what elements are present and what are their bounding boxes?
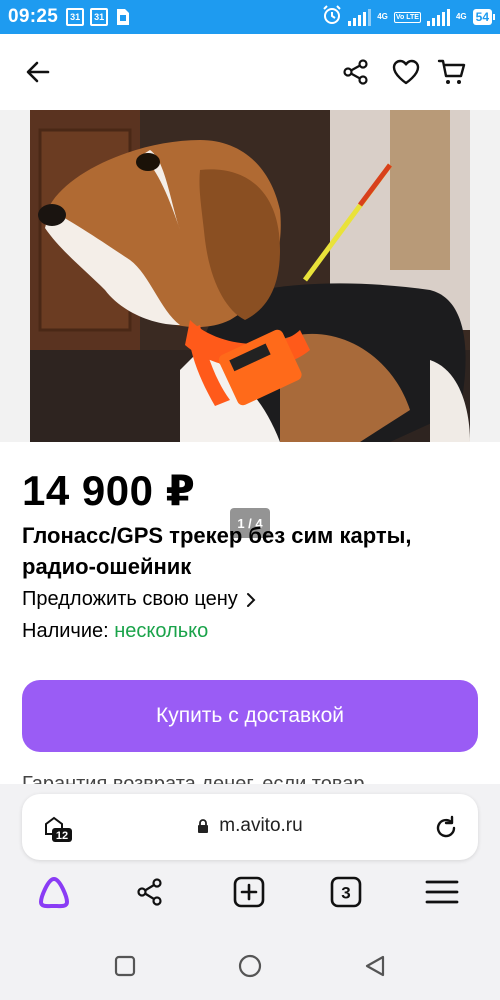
browser-toolbar: 3 [0, 870, 500, 926]
square-icon [114, 955, 136, 977]
network-type-label: 4G [377, 12, 388, 21]
calendar-day: 31 [70, 11, 81, 22]
reload-icon [436, 815, 456, 838]
share-page-button[interactable] [128, 870, 172, 914]
browser-chrome: 12 m.avito.ru 3 [0, 784, 500, 930]
recent-apps-button[interactable] [111, 952, 139, 980]
system-navigation-bar [0, 930, 500, 1000]
address-bar[interactable]: 12 m.avito.ru [22, 794, 478, 860]
cart-button[interactable] [432, 52, 472, 92]
share-icon [343, 59, 368, 85]
availability-value: несколько [114, 620, 209, 642]
alice-button[interactable] [32, 870, 76, 914]
reload-button[interactable] [432, 814, 460, 842]
tabs-icon: 3 [330, 876, 362, 908]
status-bar: 09:25 31 31 4G Vo LTE 4G 54 [0, 0, 500, 34]
guarantee-text: Гарантия возврата денег, если товар [22, 770, 482, 784]
calendar-day: 31 [94, 11, 105, 22]
hamburger-icon [425, 880, 459, 904]
home-button[interactable] [236, 952, 264, 980]
tabs-button[interactable]: 3 [324, 870, 368, 914]
url-text: m.avito.ru [219, 815, 303, 836]
listing-title: Глонасс/GPS трекер без сим карты, радио-… [22, 523, 412, 579]
back-button[interactable] [18, 52, 58, 92]
volte-badge: Vo LTE [393, 11, 421, 23]
photo-gallery[interactable]: 1 / 4 Avito [0, 110, 500, 541]
plus-square-icon [233, 876, 265, 908]
tab-count: 3 [341, 884, 350, 903]
app-bar [0, 34, 500, 110]
listing-photo [30, 110, 470, 442]
arrow-left-icon [26, 61, 50, 83]
circle-icon [238, 954, 262, 978]
alice-icon [39, 877, 69, 909]
network-type-label: 4G [455, 12, 467, 21]
price: 14 900 ₽ [22, 467, 196, 514]
url-display[interactable]: m.avito.ru [22, 815, 478, 837]
lock-icon [198, 819, 209, 833]
alarm-icon [322, 4, 342, 30]
share-icon [137, 878, 162, 906]
chevron-right-icon [246, 592, 256, 607]
sim-card-icon [114, 8, 132, 26]
new-tab-button[interactable] [227, 870, 271, 914]
heart-icon [392, 59, 420, 85]
calendar-icon: 31 [90, 8, 109, 26]
signal-icon [348, 8, 372, 26]
triangle-back-icon [365, 955, 385, 977]
signal-icon [426, 8, 450, 26]
availability-label: Наличие: [22, 620, 109, 642]
offer-price-label: Предложить свою цену [22, 588, 238, 610]
buy-button-label: Купить с доставкой [155, 704, 345, 727]
back-nav-button[interactable] [361, 952, 389, 980]
availability: Наличие: несколько [22, 620, 208, 643]
menu-button[interactable] [420, 870, 464, 914]
calendar-icon: 31 [66, 8, 85, 26]
battery-indicator: 54 [472, 9, 496, 25]
clock: 09:25 [8, 6, 59, 27]
guarantee-text-label: Гарантия возврата денег, если товар [22, 773, 365, 784]
share-button[interactable] [336, 52, 376, 92]
buy-with-delivery-button[interactable]: Купить с доставкой [22, 680, 478, 752]
favorite-button[interactable] [386, 52, 426, 92]
cart-icon [437, 59, 466, 84]
offer-price-link[interactable]: Предложить свою цену [22, 588, 256, 611]
